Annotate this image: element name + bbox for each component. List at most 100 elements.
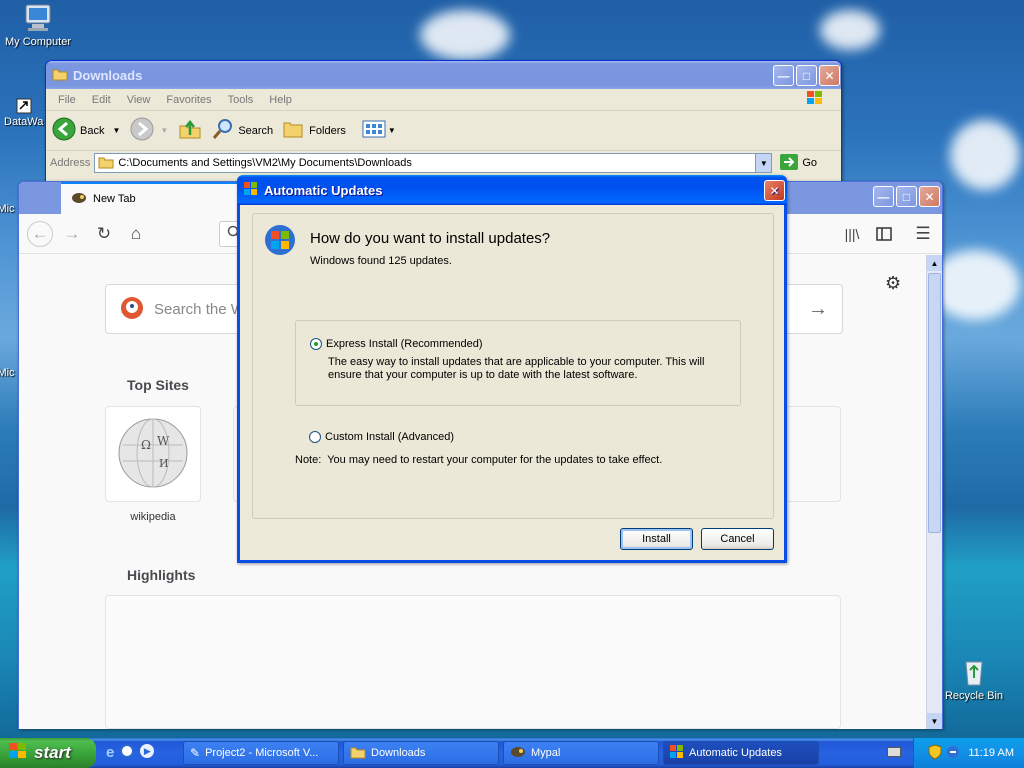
search-button[interactable]: Search (212, 118, 273, 143)
views-button[interactable]: ▼ (362, 119, 396, 142)
library-icon[interactable]: |||\ (839, 221, 865, 247)
scroll-thumb[interactable] (928, 273, 941, 533)
close-button[interactable]: ✕ (764, 180, 785, 201)
menu-hamburger-icon[interactable]: ☰ (910, 221, 936, 247)
media-player-icon[interactable]: ▶ (140, 744, 155, 758)
minimize-button[interactable]: — (873, 186, 894, 207)
menu-favorites[interactable]: Favorites (158, 94, 219, 106)
taskbar-item-downloads[interactable]: Downloads (343, 741, 499, 765)
system-tray: 11:19 AM (913, 738, 1024, 768)
taskbar-item-mypal[interactable]: Mypal (503, 741, 659, 765)
windows-update-icon (243, 181, 259, 200)
home-button[interactable]: ⌂ (123, 221, 149, 247)
start-label: start (34, 743, 71, 762)
close-button[interactable]: ✕ (919, 186, 940, 207)
vertical-scrollbar[interactable]: ▲ ▼ (926, 255, 942, 729)
forward-button[interactable]: ▼ (130, 117, 168, 144)
duckduckgo-icon (120, 296, 144, 323)
dropdown-arrow-icon: ▼ (387, 126, 396, 135)
search-submit-arrow-icon[interactable]: → (808, 298, 828, 321)
minimize-button[interactable]: — (773, 65, 794, 86)
custom-install-radio[interactable] (309, 431, 321, 443)
express-install-radio[interactable] (310, 338, 322, 350)
task-label: Mypal (531, 747, 561, 759)
cloud (950, 120, 1020, 190)
keyboard-icon[interactable] (887, 747, 901, 757)
folder-icon (350, 745, 366, 762)
maximize-button[interactable]: □ (896, 186, 917, 207)
mypal-icon (71, 191, 87, 208)
dialog-titlebar[interactable]: Automatic Updates ✕ (237, 175, 787, 205)
close-button[interactable]: ✕ (819, 65, 840, 86)
automatic-updates-dialog[interactable]: Automatic Updates ✕ How do you want to i… (237, 175, 787, 563)
cloud (820, 10, 880, 50)
desktop-icon-my-computer[interactable]: My Computer (0, 2, 76, 48)
express-install-description-line1: The easy way to install updates that are… (328, 356, 705, 368)
back-arrow-icon (52, 117, 76, 144)
top-site-tile-wikipedia[interactable]: ΩWИ (105, 406, 201, 502)
security-shield-icon[interactable] (928, 743, 942, 763)
forward-button[interactable]: → (59, 221, 85, 247)
up-folder-icon (178, 117, 202, 144)
menu-view[interactable]: View (119, 94, 159, 106)
cloud (420, 10, 510, 60)
go-button[interactable]: Go (780, 153, 818, 173)
vb-icon: ✎ (190, 746, 201, 760)
address-bar: Address C:\Documents and Settings\VM2\My… (46, 151, 841, 175)
folder-icon (98, 155, 114, 172)
dialog-panel: How do you want to install updates? Wind… (252, 213, 774, 519)
maximize-button[interactable]: □ (796, 65, 817, 86)
menu-tools[interactable]: Tools (220, 94, 262, 106)
start-button[interactable]: start (0, 738, 96, 768)
browser-quicklaunch-icon[interactable] (120, 744, 135, 758)
dropdown-arrow-icon: ▼ (112, 126, 121, 135)
address-dropdown-icon[interactable]: ▼ (755, 154, 772, 172)
custom-install-option[interactable]: Custom Install (Advanced) (309, 431, 454, 443)
task-label: Downloads (371, 747, 426, 759)
explorer-titlebar[interactable]: Downloads — □ ✕ (46, 61, 841, 89)
cancel-button[interactable]: Cancel (701, 528, 774, 550)
address-label: Address (50, 157, 91, 169)
back-label: Back (80, 124, 105, 137)
windows-update-icon (670, 744, 684, 762)
reload-button[interactable]: ↻ (91, 221, 117, 247)
scroll-up-arrow-icon[interactable]: ▲ (927, 255, 942, 271)
scroll-down-arrow-icon[interactable]: ▼ (927, 713, 942, 729)
tab-title: New Tab (93, 193, 136, 205)
back-button[interactable]: Back ▼ (52, 117, 120, 144)
go-arrow-icon (780, 153, 799, 173)
menu-file[interactable]: File (50, 94, 84, 106)
desktop-icon-label: My Computer (4, 36, 72, 48)
clock[interactable]: 11:19 AM (968, 747, 1014, 759)
up-folder-button[interactable] (178, 117, 202, 144)
internet-explorer-icon[interactable]: e (106, 744, 114, 761)
back-button[interactable]: ← (27, 220, 53, 247)
folders-button[interactable]: Folders (283, 119, 346, 142)
mypal-icon (510, 745, 526, 762)
taskbar-item-project2[interactable]: ✎ Project2 - Microsoft V... (183, 741, 339, 765)
updates-tray-icon[interactable] (946, 745, 960, 762)
express-install-option[interactable]: Express Install (Recommended) (310, 338, 483, 350)
svg-text:W: W (157, 434, 170, 448)
go-label: Go (802, 157, 818, 169)
desktop-icon-recycle-bin[interactable]: Recycle Bin (936, 656, 1012, 702)
menu-help[interactable]: Help (261, 94, 300, 106)
install-button[interactable]: Install (620, 528, 693, 550)
shortcut-icon (16, 98, 32, 114)
menu-edit[interactable]: Edit (84, 94, 119, 106)
top-site-label: wikipedia (130, 511, 176, 523)
quick-launch: e ▶ (106, 744, 155, 761)
settings-gear-icon[interactable]: ⚙ (885, 273, 901, 294)
explorer-menubar: File Edit View Favorites Tools Help (46, 89, 841, 111)
taskbar-item-automatic-updates[interactable]: Automatic Updates (663, 741, 819, 765)
folder-icon (52, 67, 68, 84)
explorer-toolbar: Back ▼ ▼ Search Folders ▼ (46, 111, 841, 151)
svg-text:И: И (159, 457, 169, 470)
sidebar-icon[interactable] (871, 221, 897, 247)
address-field[interactable]: C:\Documents and Settings\VM2\My Documen… (94, 153, 773, 173)
recycle-bin-icon (958, 656, 990, 688)
highlights-area (105, 595, 841, 729)
updates-count-text: Windows found 125 updates. (310, 255, 452, 267)
desktop-icon-label: Recycle Bin (944, 690, 1004, 702)
highlights-heading: Highlights (127, 567, 196, 583)
